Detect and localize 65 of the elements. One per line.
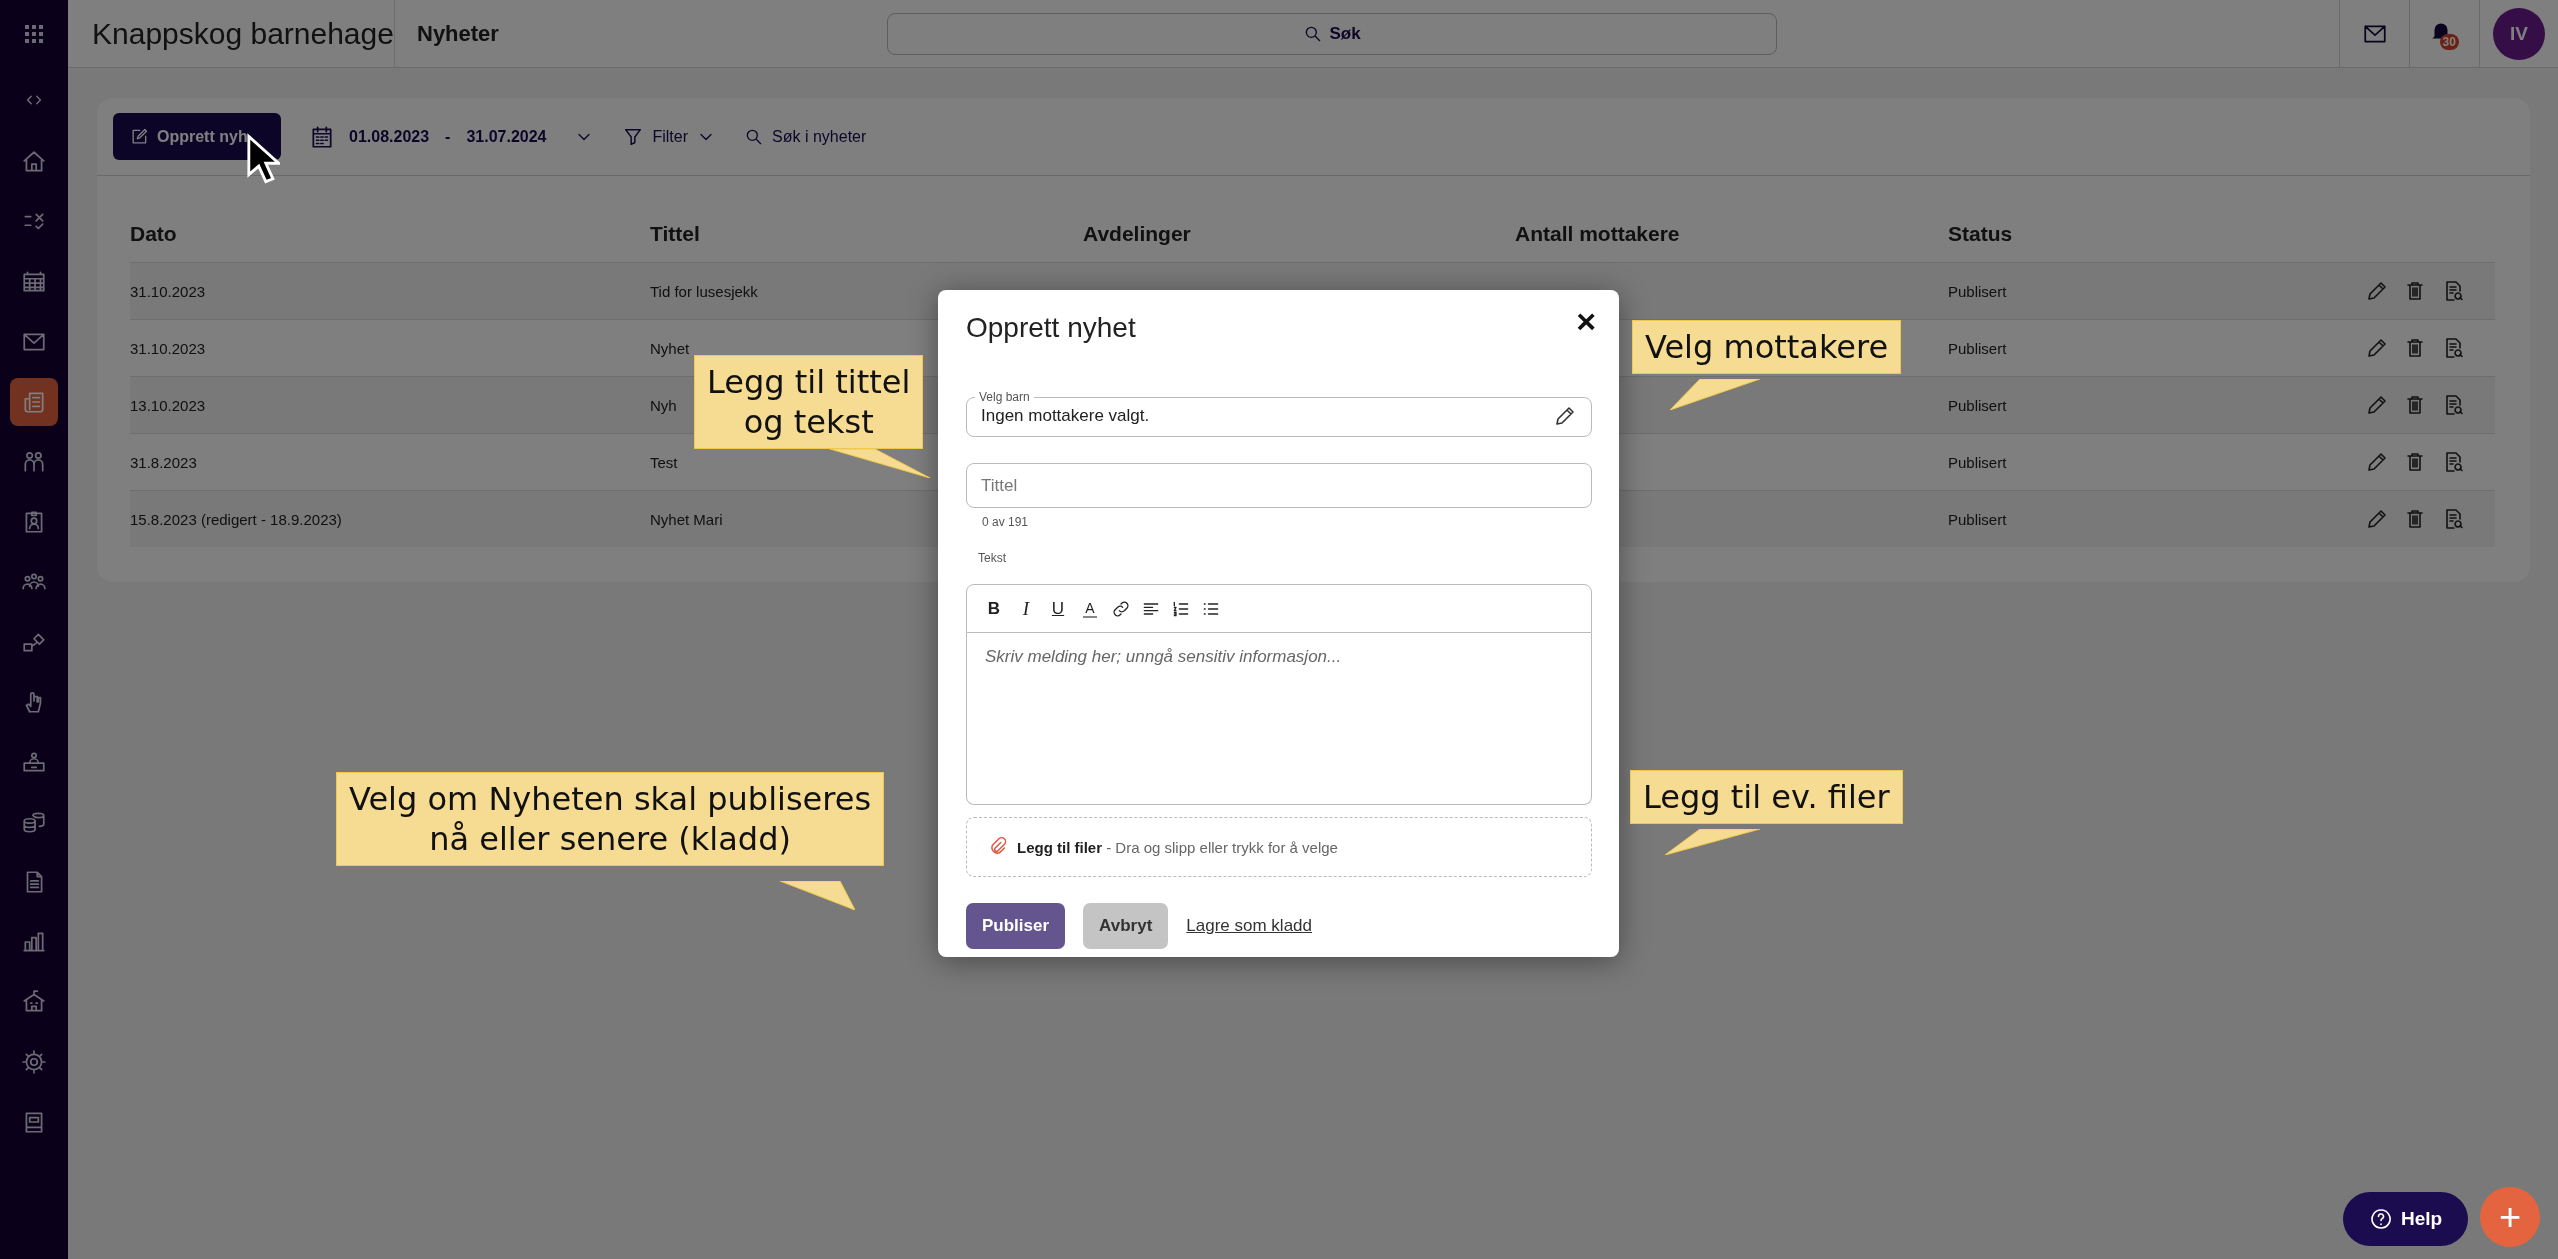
user-avatar[interactable]: IV [2493, 7, 2545, 60]
edit-icon[interactable] [1553, 404, 1577, 428]
notification-count: 30 [2439, 33, 2459, 50]
save-draft-link[interactable]: Lagre som kladd [1186, 916, 1312, 936]
text-color-button[interactable]: A [1083, 599, 1097, 618]
dialog-title: Opprett nyhet [966, 312, 1136, 344]
search-news-button[interactable]: Søk i nyheter [744, 126, 867, 147]
file-drop-zone[interactable]: Legg til filer - Dra og slipp eller trykk for å velge [966, 817, 1592, 877]
table-cell: Publisert [1948, 339, 2007, 357]
italic-button[interactable]: I [1015, 597, 1037, 620]
table-cell: Nyh [650, 396, 677, 414]
table-cell: Publisert [1948, 453, 2007, 471]
date-to[interactable]: 31.07.2024 [466, 127, 547, 146]
table-cell: Publisert [1948, 510, 2007, 528]
newspaper-icon [21, 389, 47, 415]
cancel-button[interactable]: Avbryt [1083, 903, 1169, 949]
chart-icon [21, 929, 47, 955]
school-icon [21, 989, 47, 1015]
message-field[interactable]: Skriv melding her; unngå sensitiv informasjon... [966, 633, 1592, 805]
help-icon [2368, 1207, 2393, 1231]
recipient-field[interactable]: Velg barn Ingen mottakere valgt. [966, 390, 1592, 437]
calendar-icon [21, 269, 47, 295]
table-cell: Test [650, 453, 678, 471]
filter-button[interactable]: Filter [622, 125, 717, 148]
character-counter: 0 av 191 [982, 515, 1030, 529]
coins-icon [21, 809, 47, 835]
table-cell: Nyhet Mari [650, 510, 723, 528]
table-cell: Nyhet [650, 339, 690, 357]
table-cell: Publisert [1948, 282, 2007, 300]
drop-zone-text: Legg til filer - Dra og slipp eller trykk for å velge [1017, 838, 1338, 856]
column-header: Antall mottakere [1515, 222, 1681, 247]
title-field[interactable]: Tittel [966, 463, 1592, 508]
callout: Velg om Nyheten skal publiseres nå eller senere (kladd) [336, 772, 885, 866]
search-field[interactable]: Søk [887, 12, 1777, 55]
help-button[interactable]: Help [2343, 1192, 2468, 1246]
apps-icon[interactable] [22, 22, 46, 46]
organization-name: Knappskog barnehage [68, 0, 395, 67]
home-icon [21, 149, 47, 175]
callout: Legg til ev. filer [1630, 770, 1903, 824]
column-header: Dato [130, 222, 178, 247]
field-value: Ingen mottakere valgt. [981, 406, 1150, 426]
date-from[interactable]: 01.08.2023 [349, 127, 430, 146]
page-title: Nyheter [416, 19, 500, 48]
settings-icon [21, 1049, 47, 1075]
underline-button[interactable]: U [1047, 598, 1069, 619]
close-button[interactable]: × [1572, 300, 1600, 342]
publish-button[interactable]: Publiser [966, 903, 1066, 949]
column-header: Avdelinger [1083, 222, 1192, 247]
calendar-icon[interactable] [309, 123, 335, 150]
callout: Velg mottakere [1632, 320, 1902, 374]
table-cell: 15.8.2023 (redigert - 18.9.2023) [130, 510, 342, 528]
field-label: Velg barn [978, 390, 1031, 404]
field-label: Tekst [978, 551, 1007, 565]
table-cell: 13.10.2023 [130, 396, 206, 414]
bold-button[interactable]: B [983, 598, 1005, 619]
table-cell: 31.10.2023 [130, 339, 206, 357]
date-separator: - [444, 127, 452, 146]
link-icon[interactable] [1111, 598, 1131, 619]
table-cell: 31.10.2023 [130, 282, 206, 300]
table-cell: Tid for lusesjekk [650, 282, 758, 300]
column-header: Status [1948, 222, 2014, 247]
table-cell: 31.8.2023 [130, 453, 197, 471]
table-cell: Publisert [1948, 396, 2007, 414]
column-header: Tittel [650, 222, 701, 247]
sidebar-item[interactable] [10, 378, 58, 426]
